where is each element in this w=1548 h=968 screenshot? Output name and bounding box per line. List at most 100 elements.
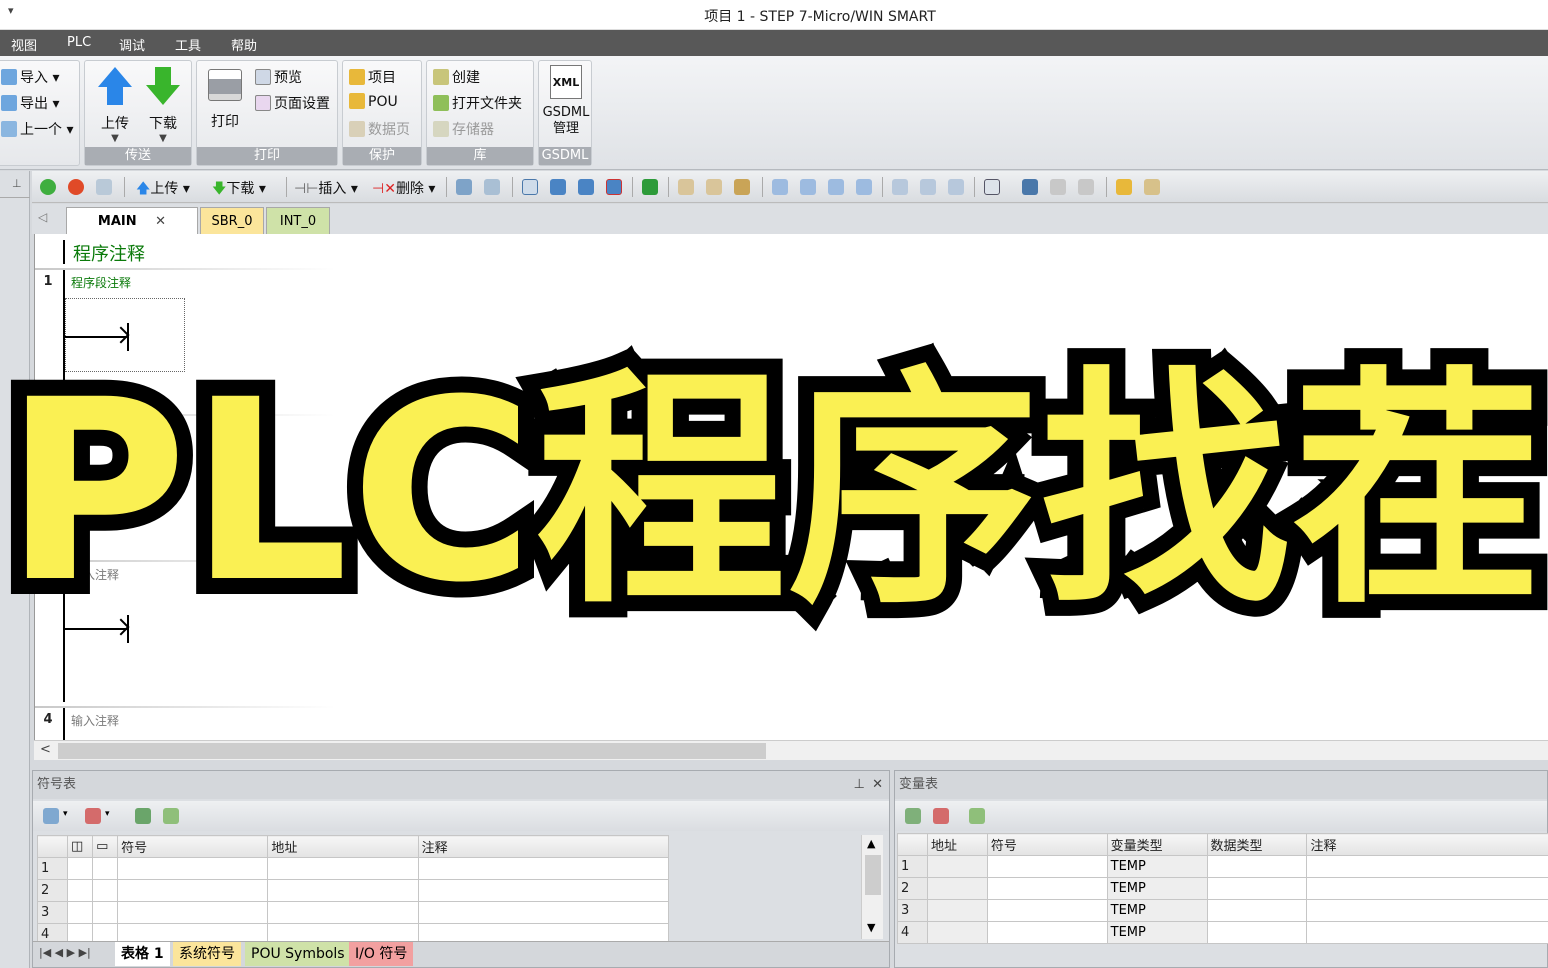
line-up-icon[interactable] — [828, 179, 844, 195]
row-header[interactable]: 4 — [897, 921, 928, 944]
transfer-icon[interactable] — [642, 179, 658, 195]
cell[interactable] — [267, 857, 419, 880]
cell[interactable] — [67, 901, 94, 924]
vertical-scrollbar[interactable]: ▲ ▼ — [861, 835, 883, 939]
column-header[interactable]: 注释 — [417, 835, 670, 858]
coil-icon[interactable] — [920, 179, 936, 195]
cell[interactable] — [1206, 877, 1308, 900]
column-header[interactable]: 地址 — [267, 835, 419, 858]
export-table-icon[interactable] — [969, 808, 985, 824]
column-header[interactable]: 变量类型 — [1106, 833, 1208, 856]
stop-icon[interactable] — [68, 179, 84, 195]
cell[interactable] — [926, 855, 988, 878]
cell[interactable] — [1306, 877, 1548, 900]
export-table-icon[interactable] — [163, 808, 179, 824]
rung-comment[interactable]: 输入注释 — [71, 566, 119, 583]
scroll-thumb[interactable] — [58, 743, 766, 759]
previous-button[interactable]: 上一个 ▾ — [1, 119, 73, 139]
menu-debug[interactable]: 调试 — [119, 35, 145, 54]
table-row[interactable]: 3 — [36, 901, 670, 924]
delete-row-icon[interactable] — [85, 808, 101, 824]
cell[interactable] — [926, 921, 988, 944]
rung-comment[interactable]: 输入注释 — [71, 712, 119, 729]
bookmark-icon[interactable] — [456, 179, 472, 195]
library-create-button[interactable]: 创建 — [433, 67, 480, 87]
tab-scroll-left-icon[interactable]: ◁ — [38, 210, 47, 224]
export-button[interactable]: 导出 ▾ — [1, 93, 59, 113]
edit-icon[interactable] — [1050, 179, 1066, 195]
column-header[interactable]: 数据类型 — [1206, 833, 1308, 856]
tab-main[interactable]: MAIN ✕ — [66, 207, 198, 234]
variable-type-cell[interactable]: TEMP — [1106, 855, 1208, 878]
cell[interactable] — [1206, 921, 1308, 944]
import-button[interactable]: 导入 ▾ — [1, 67, 59, 87]
close-icon[interactable]: ✕ — [155, 214, 166, 229]
cell[interactable] — [92, 879, 119, 902]
protect-project-button[interactable]: 项目 — [349, 67, 396, 87]
upload-big-button[interactable]: 上传 ▼ — [93, 67, 137, 144]
cell[interactable] — [1306, 921, 1548, 944]
scroll-up-icon[interactable]: ▲ — [867, 837, 875, 850]
column-header[interactable]: 注释 — [1306, 833, 1548, 856]
variable-type-cell[interactable]: TEMP — [1106, 921, 1208, 944]
library-open-folder-button[interactable]: 打开文件夹 — [433, 93, 522, 113]
cell[interactable] — [986, 877, 1108, 900]
network-icon[interactable] — [522, 179, 538, 195]
row-header[interactable]: 2 — [36, 879, 69, 902]
cell[interactable] — [986, 921, 1108, 944]
variable-type-cell[interactable]: TEMP — [1106, 877, 1208, 900]
toolbar-delete-button[interactable]: ⊣✕删除 ▾ — [372, 178, 435, 198]
print-big-button[interactable]: 打印 — [203, 69, 247, 131]
cell[interactable] — [67, 879, 94, 902]
download-big-button[interactable]: 下载 ▼ — [141, 67, 185, 144]
rung-comment[interactable]: 输入注释 — [71, 420, 119, 437]
cell[interactable] — [1206, 899, 1308, 922]
toolbar-upload-button[interactable]: 🡅上传 ▾ — [136, 178, 190, 202]
insert-row-icon[interactable] — [905, 808, 921, 824]
lock-all-icon[interactable] — [734, 179, 750, 195]
compile-icon[interactable] — [96, 179, 112, 195]
row-header[interactable]: 1 — [897, 855, 928, 878]
table-row[interactable]: 3 TEMP — [897, 899, 1548, 922]
preview-button[interactable]: 预览 — [255, 67, 302, 87]
cell[interactable] — [417, 879, 670, 902]
table-row[interactable]: 2 — [36, 879, 670, 902]
unlock-icon[interactable] — [706, 179, 722, 195]
line-right-icon[interactable] — [856, 179, 872, 195]
sheet-tab-pou-symbols[interactable]: POU Symbols — [245, 942, 351, 966]
column-header[interactable]: 符号 — [986, 833, 1108, 856]
cell[interactable] — [1306, 855, 1548, 878]
run-icon[interactable] — [40, 179, 56, 195]
protect-pou-button[interactable]: POU — [349, 93, 398, 110]
row-header[interactable]: 1 — [36, 857, 69, 880]
toolbar-download-button[interactable]: 🡇下载 ▾ — [212, 178, 266, 202]
key-icon[interactable] — [1116, 179, 1132, 195]
cell[interactable] — [117, 857, 269, 880]
variable-type-cell[interactable]: TEMP — [1106, 899, 1208, 922]
refresh-icon[interactable] — [135, 808, 151, 824]
cell[interactable] — [926, 877, 988, 900]
cell[interactable] — [267, 901, 419, 924]
sheet-tab-system-symbols[interactable]: 系统符号 — [173, 942, 241, 966]
tab-int0[interactable]: INT_0 — [266, 207, 330, 234]
chevron-down-icon[interactable]: ▾ — [63, 809, 68, 819]
tab-sbr0[interactable]: SBR_0 — [200, 207, 264, 234]
cell[interactable] — [67, 857, 94, 880]
cell[interactable] — [986, 899, 1108, 922]
table-row[interactable]: 2 TEMP — [897, 877, 1548, 900]
delete-row-icon[interactable] — [933, 808, 949, 824]
branch-down-icon[interactable] — [800, 179, 816, 195]
menu-view[interactable]: 视图 — [11, 35, 37, 54]
cell[interactable] — [1306, 899, 1548, 922]
toolbar-insert-button[interactable]: ⊣⊢插入 ▾ — [294, 178, 358, 198]
cell[interactable] — [417, 857, 670, 880]
pin-icon[interactable]: ⊥ — [854, 771, 865, 799]
goto-icon[interactable] — [550, 179, 566, 195]
cell[interactable] — [92, 901, 119, 924]
table-row[interactable]: 1 TEMP — [897, 855, 1548, 878]
program-comment[interactable]: 程序注释 — [73, 240, 145, 266]
cell[interactable] — [92, 857, 119, 880]
box-icon[interactable] — [948, 179, 964, 195]
gsdml-manage-button[interactable]: XML GSDML 管理 — [541, 65, 591, 137]
library-memory-button[interactable]: 存储器 — [433, 119, 494, 139]
